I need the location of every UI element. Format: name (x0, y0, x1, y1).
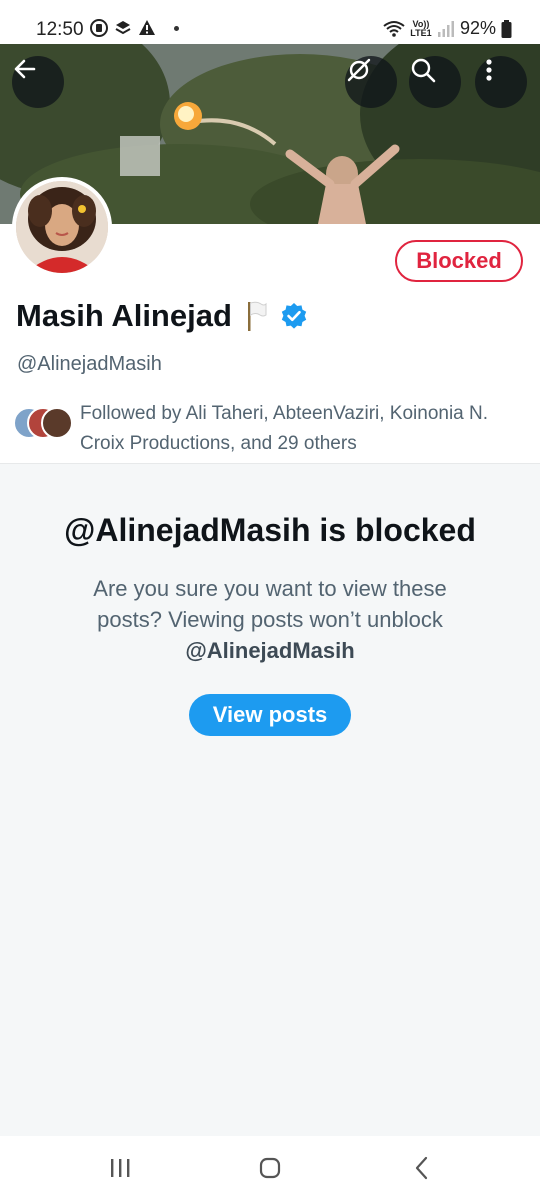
wifi-icon (383, 20, 405, 37)
recent-apps-button[interactable] (100, 1154, 140, 1182)
display-name-row: Masih Alinejad (16, 298, 308, 334)
avatar-image (16, 181, 108, 273)
recent-apps-icon (111, 1159, 130, 1177)
system-navigation-bar (0, 1136, 540, 1199)
battery-percentage: 92% (459, 18, 496, 38)
battery-icon (501, 19, 512, 38)
more-options-button[interactable] (475, 56, 527, 108)
display-name: Masih Alinejad (16, 298, 232, 333)
blocked-description-text: Are you sure you want to view these post… (93, 576, 447, 632)
blocked-panel: @AlinejadMasih is blocked Are you sure y… (0, 464, 540, 1136)
blocked-title: @AlinejadMasih is blocked (64, 512, 476, 548)
home-button[interactable] (250, 1154, 290, 1182)
back-button[interactable] (12, 56, 64, 108)
white-flag-icon (247, 301, 267, 331)
grok-icon (347, 58, 371, 82)
blocked-description: Are you sure you want to view these post… (60, 573, 480, 666)
system-icons: Vo)) LTE1 92% (383, 18, 512, 39)
record-icon (90, 19, 108, 37)
network-label: Vo)) LTE1 (410, 18, 432, 38)
grok-button[interactable] (345, 56, 397, 108)
verified-badge-icon[interactable] (280, 302, 308, 330)
more-icon (486, 59, 492, 81)
layers-icon (115, 21, 131, 35)
handle: @AlinejadMasih (17, 353, 162, 375)
status-time: 12:50 (36, 19, 84, 40)
back-arrow-icon (14, 59, 36, 79)
search-icon (411, 58, 436, 83)
view-posts-button[interactable]: View posts (189, 694, 351, 736)
follower-avatar (41, 407, 73, 439)
warning-icon (139, 20, 155, 35)
followed-by-text: Followed by Ali Taheri, AbteenVaziri, Ko… (80, 403, 489, 454)
blocked-description-handle: @AlinejadMasih (185, 638, 355, 663)
signal-icon (437, 20, 454, 37)
notification-icons (90, 19, 179, 37)
status-bar: 12:50 Vo)) LTE1 92% (0, 0, 540, 44)
blocked-button[interactable]: Blocked (395, 240, 523, 282)
follower-avatars (13, 407, 75, 441)
back-nav-button[interactable] (402, 1154, 442, 1182)
more-notifications-dot (174, 25, 179, 31)
home-icon (259, 1157, 281, 1179)
back-chevron-icon (415, 1156, 428, 1180)
search-button[interactable] (409, 56, 461, 108)
avatar[interactable] (12, 177, 112, 277)
